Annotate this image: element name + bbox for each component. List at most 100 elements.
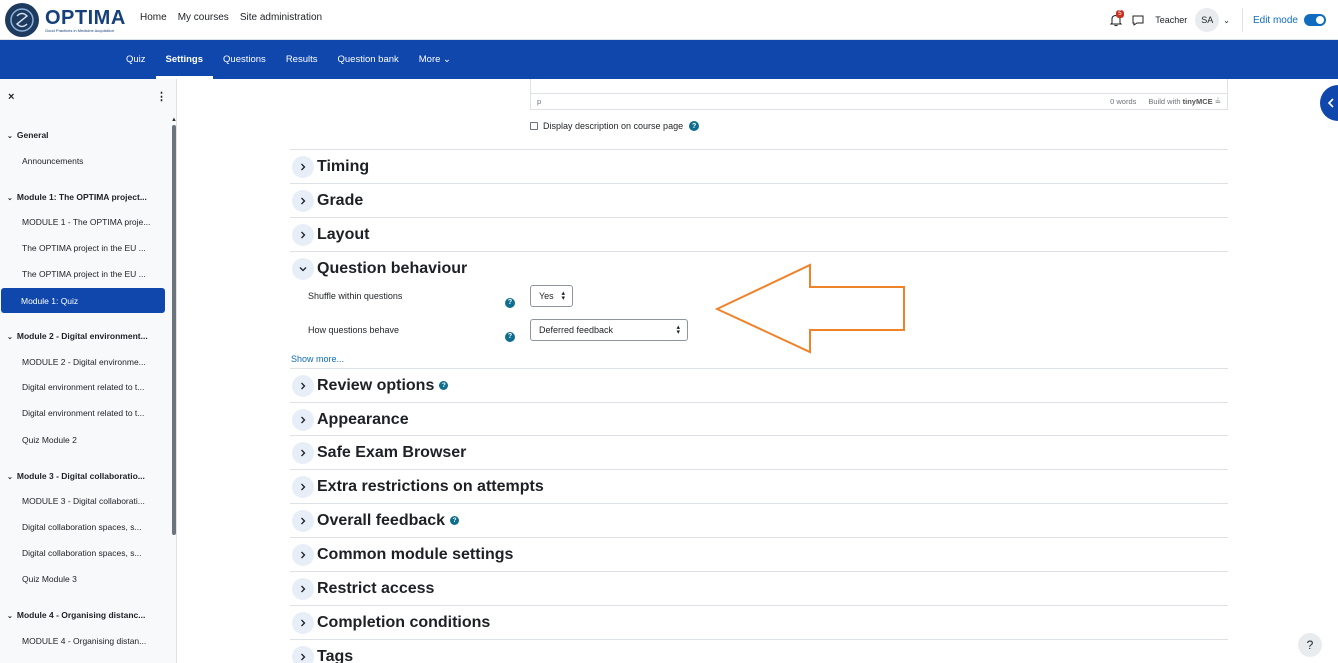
course-item[interactable]: Digital collaboration spaces, s... bbox=[0, 521, 170, 533]
section-general[interactable]: ⌄ General bbox=[0, 129, 170, 143]
chevron-right-icon[interactable] bbox=[292, 441, 314, 464]
user-tools: 5 Teacher SA ⌄ Edit mode bbox=[1109, 8, 1326, 32]
chevron-down-icon: ⌄ bbox=[7, 474, 13, 481]
help-icon[interactable]: ? bbox=[450, 516, 460, 525]
chevron-right-icon[interactable] bbox=[292, 374, 314, 397]
notifications-bell-icon[interactable]: 5 bbox=[1109, 10, 1124, 27]
avatar[interactable]: SA bbox=[1195, 8, 1220, 32]
section-module-3[interactable]: ⌄ Module 3 - Digital collaboratio... bbox=[0, 470, 170, 484]
course-item[interactable]: Digital environment related to t... bbox=[0, 407, 170, 419]
description-editor[interactable]: p 0 words Build with tinyMCE ≟ bbox=[530, 79, 1228, 110]
course-item[interactable]: Quiz Module 3 bbox=[0, 573, 170, 585]
tab-results[interactable]: Results bbox=[276, 40, 328, 79]
logo-subtitle: Good Practices in Medicine Acquisition bbox=[45, 27, 114, 33]
role-label[interactable]: Teacher bbox=[1155, 15, 1187, 25]
course-item[interactable]: MODULE 4 - Organising distan... bbox=[0, 635, 170, 647]
tab-questions[interactable]: Questions bbox=[213, 40, 276, 79]
section-overall-feedback[interactable]: Overall feedback ? bbox=[290, 503, 1228, 537]
chevron-right-icon[interactable] bbox=[292, 223, 314, 246]
chevron-right-icon[interactable] bbox=[292, 645, 314, 663]
chevron-right-icon[interactable] bbox=[292, 611, 314, 634]
section-title[interactable]: Restrict access bbox=[317, 580, 434, 598]
tab-more[interactable]: More ⌄ bbox=[409, 40, 461, 79]
chevron-right-icon[interactable] bbox=[292, 475, 314, 498]
section-title[interactable]: Layout bbox=[317, 226, 369, 244]
nav-home[interactable]: Home bbox=[140, 12, 167, 23]
drawer-scrollbar[interactable] bbox=[172, 125, 176, 535]
help-icon[interactable]: ? bbox=[505, 291, 515, 309]
section-timing[interactable]: Timing bbox=[290, 149, 1228, 183]
section-grade[interactable]: Grade bbox=[290, 183, 1228, 217]
tinymce-logo[interactable]: tinyMCE bbox=[1183, 97, 1213, 106]
drawer-options-icon[interactable]: ⋮ bbox=[156, 90, 167, 103]
section-title[interactable]: Safe Exam Browser bbox=[317, 444, 466, 462]
user-menu-chevron-down-icon[interactable]: ⌄ bbox=[1223, 16, 1230, 25]
select-arrows-icon: ▴ ▾ bbox=[561, 290, 565, 302]
section-completion-conditions[interactable]: Completion conditions bbox=[290, 605, 1228, 639]
section-restrict-access[interactable]: Restrict access bbox=[290, 571, 1228, 605]
scroll-up-icon[interactable]: ▲ bbox=[171, 117, 176, 123]
how-questions-behave-select[interactable]: Deferred feedback ▴ ▾ bbox=[530, 319, 688, 341]
nav-my-courses[interactable]: My courses bbox=[178, 12, 229, 23]
shuffle-within-questions-select[interactable]: Yes ▴ ▾ bbox=[530, 285, 573, 307]
section-title[interactable]: Overall feedback bbox=[317, 512, 445, 530]
section-safe-exam-browser[interactable]: Safe Exam Browser bbox=[290, 435, 1228, 469]
chevron-right-icon[interactable] bbox=[292, 543, 314, 566]
section-title[interactable]: Review options bbox=[317, 377, 434, 395]
editor-element-path[interactable]: p bbox=[537, 97, 1110, 106]
annotation-arrow-icon bbox=[715, 263, 905, 354]
resize-handle-icon[interactable]: ≟ bbox=[1215, 97, 1221, 106]
open-block-drawer-button[interactable] bbox=[1320, 85, 1338, 121]
course-item[interactable]: Digital collaboration spaces, s... bbox=[0, 547, 170, 559]
course-item[interactable]: MODULE 3 - Digital collaborati... bbox=[0, 495, 170, 507]
section-layout[interactable]: Layout bbox=[290, 217, 1228, 251]
chevron-right-icon[interactable] bbox=[292, 189, 314, 212]
section-title[interactable]: Common module settings bbox=[317, 546, 513, 564]
course-item[interactable]: Quiz Module 2 bbox=[0, 434, 170, 446]
tab-settings[interactable]: Settings bbox=[155, 40, 214, 79]
section-tags[interactable]: Tags bbox=[290, 639, 1228, 663]
chevron-right-icon[interactable] bbox=[292, 155, 314, 178]
section-module-2[interactable]: ⌄ Module 2 - Digital environment... bbox=[0, 330, 170, 344]
editor-statusbar: p 0 words Build with tinyMCE ≟ bbox=[531, 93, 1227, 109]
nav-site-administration[interactable]: Site administration bbox=[240, 12, 322, 23]
editor-word-count[interactable]: 0 words bbox=[1110, 97, 1136, 106]
section-title[interactable]: Grade bbox=[317, 192, 363, 210]
course-item[interactable]: Announcements bbox=[0, 155, 170, 167]
help-icon[interactable]: ? bbox=[439, 381, 449, 390]
course-item[interactable]: MODULE 2 - Digital environme... bbox=[0, 356, 170, 368]
section-title[interactable]: Tags bbox=[317, 648, 353, 663]
display-description-checkbox[interactable] bbox=[530, 122, 538, 130]
chevron-right-icon[interactable] bbox=[292, 577, 314, 600]
course-item[interactable]: The OPTIMA project in the EU ... bbox=[0, 268, 170, 280]
course-item[interactable]: MODULE 1 - The OPTIMA proje... bbox=[0, 216, 170, 228]
course-item[interactable]: The OPTIMA project in the EU ... bbox=[0, 242, 170, 254]
section-module-4[interactable]: ⌄ Module 4 - Organising distanc... bbox=[0, 609, 170, 623]
section-title[interactable]: Appearance bbox=[317, 411, 409, 429]
messages-icon[interactable] bbox=[1131, 13, 1145, 27]
help-button[interactable]: ? bbox=[1298, 633, 1322, 657]
chevron-right-icon[interactable] bbox=[292, 408, 314, 431]
section-extra-restrictions[interactable]: Extra restrictions on attempts bbox=[290, 469, 1228, 503]
section-common-module-settings[interactable]: Common module settings bbox=[290, 537, 1228, 571]
course-item-current[interactable]: Module 1: Quiz bbox=[1, 288, 165, 313]
section-title[interactable]: Completion conditions bbox=[317, 614, 490, 632]
tab-question-bank[interactable]: Question bank bbox=[328, 40, 409, 79]
show-more-link[interactable]: Show more... bbox=[291, 354, 344, 364]
help-icon[interactable]: ? bbox=[689, 121, 700, 131]
tab-quiz[interactable]: Quiz bbox=[116, 40, 156, 79]
site-logo[interactable]: OPTIMA Good Practices in Medicine Acquis… bbox=[5, 3, 126, 37]
edit-mode-toggle[interactable] bbox=[1304, 14, 1326, 26]
section-title[interactable]: Timing bbox=[317, 158, 369, 176]
close-drawer-icon[interactable]: × bbox=[8, 91, 14, 103]
course-item[interactable]: Digital environment related to t... bbox=[0, 381, 170, 393]
section-title[interactable]: Question behaviour bbox=[317, 260, 467, 278]
display-description-label: Display description on course page bbox=[543, 121, 684, 131]
section-title[interactable]: Extra restrictions on attempts bbox=[317, 478, 544, 496]
help-icon[interactable]: ? bbox=[505, 325, 515, 343]
section-appearance[interactable]: Appearance bbox=[290, 402, 1228, 436]
section-module-1[interactable]: ⌄ Module 1: The OPTIMA project... bbox=[0, 191, 170, 205]
chevron-down-icon[interactable] bbox=[292, 257, 314, 280]
chevron-right-icon[interactable] bbox=[292, 509, 314, 532]
section-review-options[interactable]: Review options ? bbox=[290, 368, 1228, 402]
